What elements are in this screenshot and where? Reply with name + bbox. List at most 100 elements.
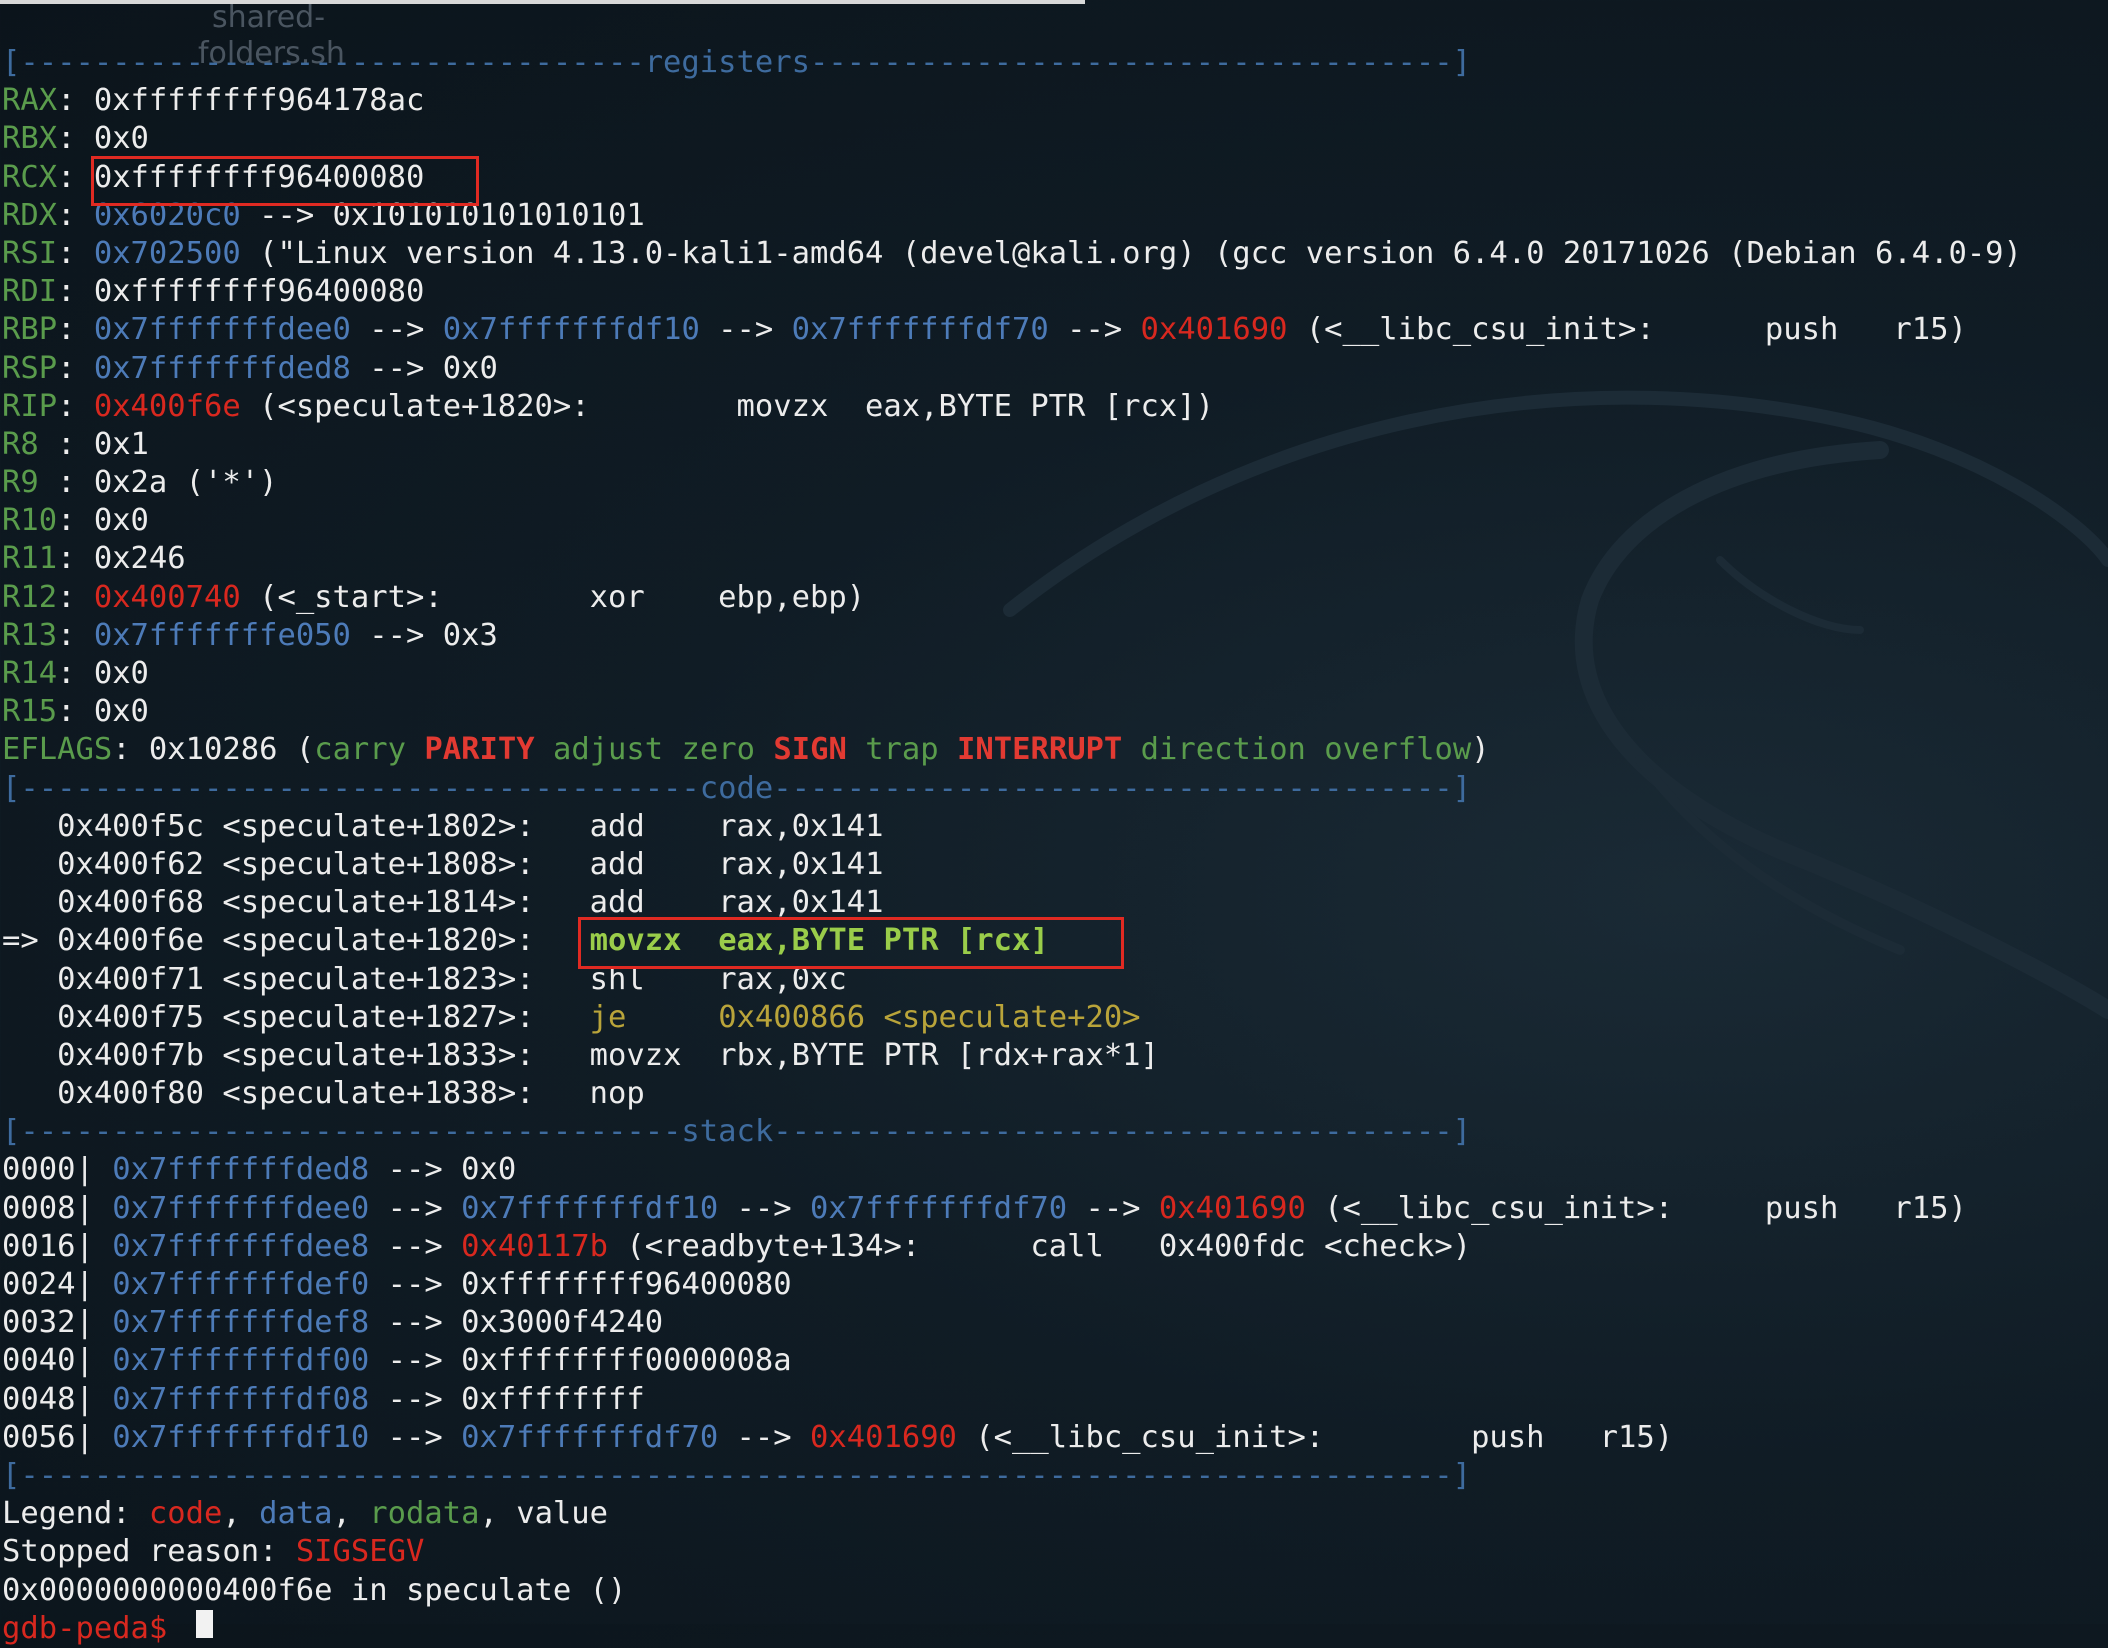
- instruction-operands: 0x400866 <speculate+20>: [718, 999, 1141, 1035]
- stack-offset: 0008|: [2, 1190, 94, 1226]
- code-address: 0x40117b: [461, 1228, 609, 1264]
- stopped-label: Stopped reason:: [2, 1534, 296, 1570]
- register-detail: --> 0x0: [350, 350, 498, 386]
- stack-row: 0000| 0x7fffffffded8 --> 0x0: [2, 1151, 2022, 1189]
- register-name: RBP: [2, 312, 58, 348]
- instruction-symbol: <speculate+1823>:: [222, 961, 535, 997]
- eflags-row: EFLAGS: 0x10286 (carry PARITY adjust zer…: [2, 731, 2022, 769]
- instruction-mnemonic: add: [589, 885, 645, 921]
- register-name: RIP: [2, 388, 58, 424]
- register-name: RDX: [2, 197, 58, 233]
- stack-row: 0040| 0x7fffffffdf00 --> 0xffffffff00000…: [2, 1342, 2022, 1380]
- register-detail: --> 0x3: [350, 617, 498, 653]
- eflag-direction: direction: [1140, 732, 1306, 768]
- paren: ): [1471, 732, 1490, 768]
- register-value: 0xffffffff96400080: [93, 274, 425, 310]
- register-name: RSP: [2, 350, 58, 386]
- stack-offset: 0032|: [2, 1305, 94, 1341]
- pointer-arrow: -->: [369, 1419, 462, 1455]
- section-separator: [-------------------------------------co…: [2, 770, 1472, 806]
- instruction-symbol: <speculate+1814>:: [222, 885, 535, 921]
- register-row-r14: R14: 0x0: [2, 655, 2022, 693]
- data-address: 0x7fffffffded8: [93, 350, 351, 386]
- register-separator: :: [57, 388, 94, 424]
- code-address: 0x400f6e: [93, 388, 241, 424]
- frame-location: 0x0000000000400f6e in speculate (): [2, 1572, 627, 1608]
- register-name: R13: [2, 617, 58, 653]
- data-address: 0x7fffffffdef0: [112, 1267, 370, 1302]
- stopped-reason-row: Stopped reason: SIGSEGV: [2, 1533, 2022, 1571]
- gdb-terminal[interactable]: [----------------------------------regis…: [2, 44, 2022, 1648]
- register-name: R11: [2, 541, 58, 577]
- legend-label: Legend:: [2, 1496, 149, 1532]
- pointer-arrow: -->: [1048, 312, 1141, 348]
- register-separator: :: [57, 579, 94, 615]
- register-value: 0x0: [93, 656, 149, 691]
- legend-data: data: [259, 1496, 333, 1532]
- register-detail: (<__libc_csu_init>: push r15): [1287, 312, 1967, 348]
- legend-code: code: [148, 1496, 223, 1532]
- pointer-arrow: -->: [699, 312, 792, 348]
- register-row-rsi: RSI: 0x702500 ("Linux version 4.13.0-kal…: [2, 235, 2022, 273]
- data-address: 0x7fffffffdf70: [810, 1190, 1068, 1226]
- data-address: 0x7fffffffdf70: [791, 312, 1049, 348]
- register-value: 0x246: [93, 541, 186, 577]
- code-address: 0x401690: [1140, 312, 1288, 348]
- instruction-operands: rax,0x141: [718, 846, 884, 882]
- frame-row: 0x0000000000400f6e in speculate (): [2, 1572, 2022, 1610]
- register-separator: :: [57, 541, 94, 577]
- data-address: 0x7fffffffdf08: [112, 1381, 370, 1417]
- code-address: 0x400740: [93, 579, 241, 615]
- register-name: RDI: [2, 274, 58, 310]
- data-address: 0x7fffffffdf00: [112, 1343, 370, 1379]
- register-separator: :: [57, 235, 94, 271]
- register-value: 0xffffffff964178ac: [93, 83, 425, 119]
- register-name: R12: [2, 579, 58, 615]
- pointer-arrow: -->: [369, 1228, 462, 1264]
- register-separator: :: [57, 121, 94, 157]
- data-address: 0x7fffffffdee0: [112, 1190, 370, 1226]
- section-header-stack: [------------------------------------sta…: [2, 1113, 2022, 1151]
- text-cursor: [196, 1610, 213, 1638]
- desktop-file-label: shared-: [212, 0, 326, 35]
- data-address: 0x7fffffffded8: [112, 1152, 370, 1188]
- eflag-overflow: overflow: [1324, 732, 1472, 768]
- instruction-row: 0x400f62 <speculate+1808>: add rax,0x141: [2, 846, 2022, 884]
- register-value: 0x0: [93, 503, 149, 539]
- instruction-arrow: [2, 809, 57, 844]
- register-name: R15: [2, 694, 58, 730]
- comma: ,: [332, 1496, 370, 1532]
- register-row-r9: R9 : 0x2a ('*'): [2, 464, 2022, 502]
- instruction-row: 0x400f80 <speculate+1838>: nop: [2, 1075, 2022, 1113]
- instruction-row: 0x400f5c <speculate+1802>: add rax,0x141: [2, 808, 2022, 846]
- stack-detail: (<__libc_csu_init>: push r15): [956, 1419, 1674, 1455]
- data-address: 0x7fffffffdf10: [461, 1190, 719, 1226]
- data-address: 0x702500: [93, 235, 241, 271]
- section-separator: [----------------------------------regis…: [2, 45, 1472, 80]
- paren: (: [277, 732, 315, 768]
- stack-offset: 0048|: [2, 1381, 94, 1417]
- instruction-mnemonic: movzx: [589, 1037, 682, 1073]
- eflag-adjust: adjust: [552, 732, 664, 768]
- register-separator: :: [57, 312, 94, 348]
- pointer-arrow: -->: [369, 1190, 462, 1226]
